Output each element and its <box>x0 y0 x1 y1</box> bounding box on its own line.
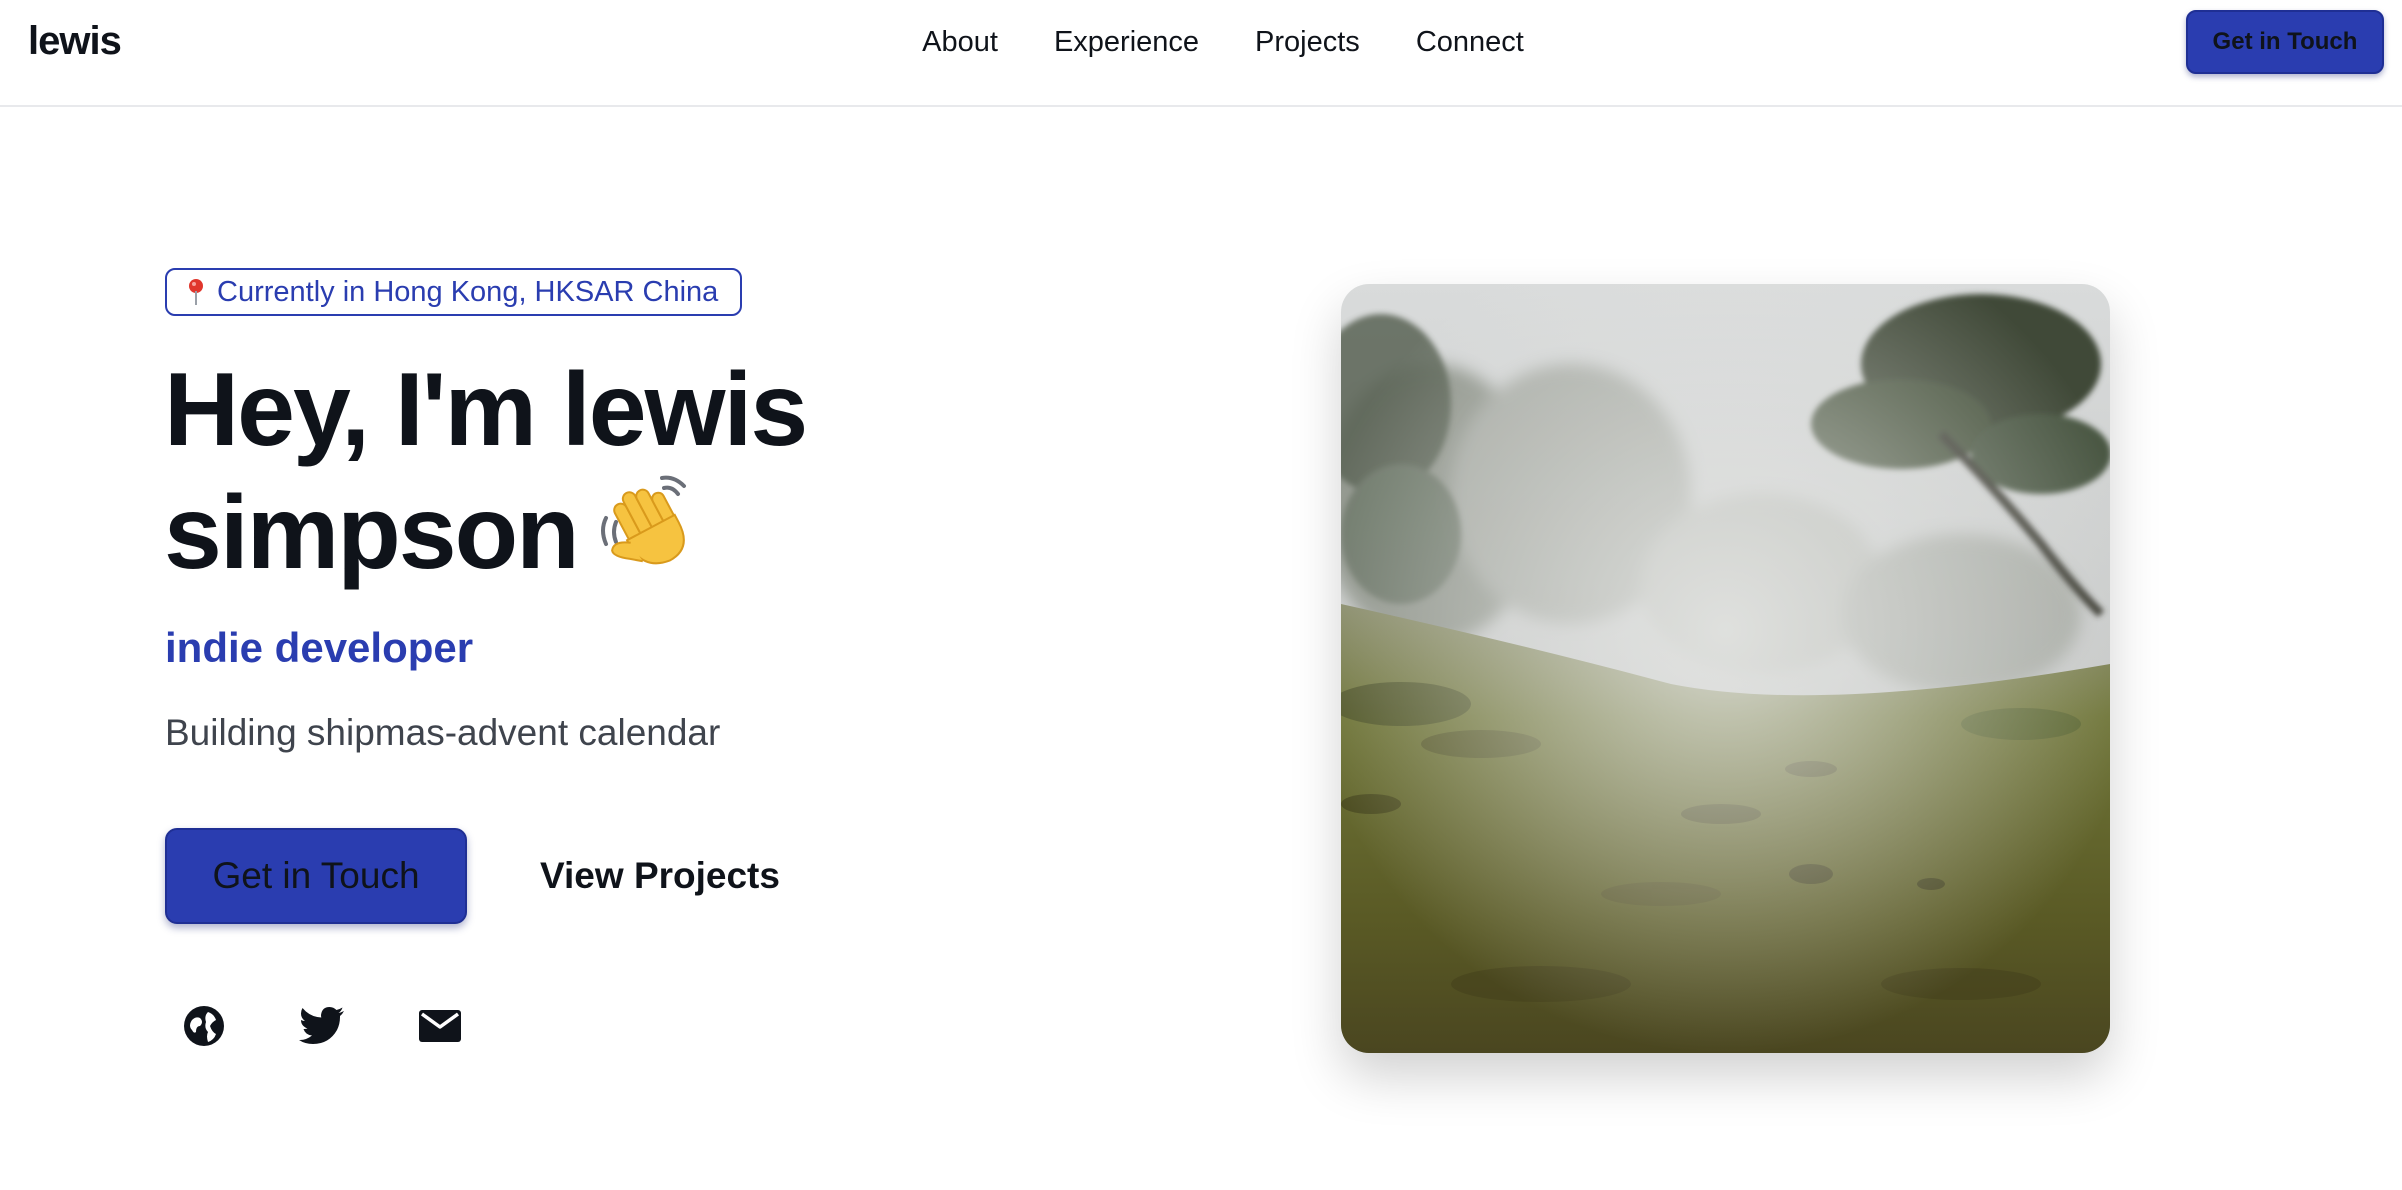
hero-title-line2: simpson <box>164 475 580 591</box>
globe-icon[interactable] <box>180 1002 228 1050</box>
hero-get-in-touch-button[interactable]: Get in Touch <box>165 828 467 924</box>
nav-connect[interactable]: Connect <box>1416 22 1524 62</box>
header-get-in-touch-button[interactable]: Get in Touch <box>2186 10 2384 74</box>
hero-title-line1: Hey, I'm lewis <box>164 352 808 468</box>
hero-photo <box>1341 284 2110 1053</box>
hero-title: Hey, I'm lewis simpson <box>164 350 944 593</box>
view-projects-button[interactable]: View Projects <box>520 828 800 924</box>
page: lewis About Experience Projects Connect … <box>0 0 2402 1190</box>
hero-status: Building shipmas-advent calendar <box>165 712 721 753</box>
twitter-icon[interactable] <box>298 1002 346 1050</box>
site-header: lewis About Experience Projects Connect … <box>0 0 2402 107</box>
waving-hand-icon <box>592 470 696 574</box>
main-nav: About Experience Projects Connect <box>0 22 2402 62</box>
hero-role: indie developer <box>165 624 474 671</box>
location-text: Currently in Hong Kong, HKSAR China <box>217 276 719 308</box>
map-pin-icon <box>187 278 205 306</box>
nav-experience[interactable]: Experience <box>1054 22 1199 62</box>
mail-icon[interactable] <box>416 1002 464 1050</box>
nav-about[interactable]: About <box>922 22 998 62</box>
social-links <box>180 1002 464 1050</box>
location-badge: Currently in Hong Kong, HKSAR China <box>165 268 743 316</box>
nav-projects[interactable]: Projects <box>1255 22 1360 62</box>
